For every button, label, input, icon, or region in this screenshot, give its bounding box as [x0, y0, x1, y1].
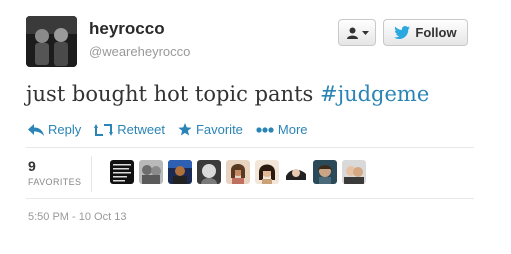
person-photo-icon — [255, 160, 279, 184]
star-icon — [178, 123, 192, 136]
user-icon — [346, 27, 358, 39]
favoriter-avatar[interactable] — [226, 160, 250, 184]
screen-name[interactable]: @weareheyrocco — [89, 44, 190, 59]
display-name[interactable]: heyrocco — [89, 19, 165, 39]
favoriter-avatar[interactable] — [139, 160, 163, 184]
tweet-actions: Reply Retweet Favorite More — [28, 122, 321, 137]
caret-down-icon — [361, 30, 369, 35]
reply-icon — [28, 123, 44, 136]
favoriter-avatar[interactable] — [313, 160, 337, 184]
favoriters-avatars — [110, 160, 366, 184]
retweet-button[interactable]: Retweet — [94, 122, 165, 137]
user-actions-dropdown[interactable] — [338, 19, 376, 46]
person-photo-icon — [226, 160, 250, 184]
divider — [26, 198, 474, 199]
favorite-label: Favorite — [195, 122, 243, 137]
favorites-label: FAVORITES — [28, 177, 82, 187]
favoriter-avatar[interactable] — [168, 160, 192, 184]
more-dots-icon — [256, 126, 274, 133]
favoriter-avatar[interactable] — [284, 160, 308, 184]
tweet-text: just bought hot topic pants #judgeme — [26, 82, 429, 106]
divider — [26, 147, 474, 148]
favoriter-avatar[interactable] — [197, 160, 221, 184]
tweet-body: just bought hot topic pants — [26, 82, 320, 106]
person-photo-icon — [313, 160, 337, 184]
retweet-icon — [94, 123, 114, 136]
favoriter-avatar[interactable] — [255, 160, 279, 184]
person-photo-icon — [197, 160, 221, 184]
retweet-label: Retweet — [117, 122, 165, 137]
favorites-count[interactable]: 9 — [28, 158, 36, 174]
band-photo-icon — [26, 16, 77, 67]
person-photo-icon — [168, 160, 192, 184]
person-photo-icon — [342, 160, 366, 184]
text-avatar-icon — [110, 160, 134, 184]
favorite-button[interactable]: Favorite — [178, 122, 243, 137]
more-label: More — [277, 122, 308, 137]
tweet-timestamp[interactable]: 5:50 PM - 10 Oct 13 — [28, 211, 126, 223]
twitter-bird-icon — [394, 26, 411, 39]
profile-avatar[interactable] — [26, 16, 77, 67]
more-button[interactable]: More — [256, 122, 308, 137]
hashtag-link[interactable]: #judgeme — [320, 82, 429, 106]
stats-separator — [91, 156, 92, 192]
reply-label: Reply — [48, 122, 82, 137]
person-photo-icon — [139, 160, 163, 184]
favoriter-avatar[interactable] — [110, 160, 134, 184]
follow-button[interactable]: Follow — [383, 19, 468, 46]
follow-button-label: Follow — [415, 25, 457, 40]
favoriter-avatar[interactable] — [342, 160, 366, 184]
reply-button[interactable]: Reply — [28, 122, 81, 137]
person-photo-icon — [284, 160, 308, 184]
